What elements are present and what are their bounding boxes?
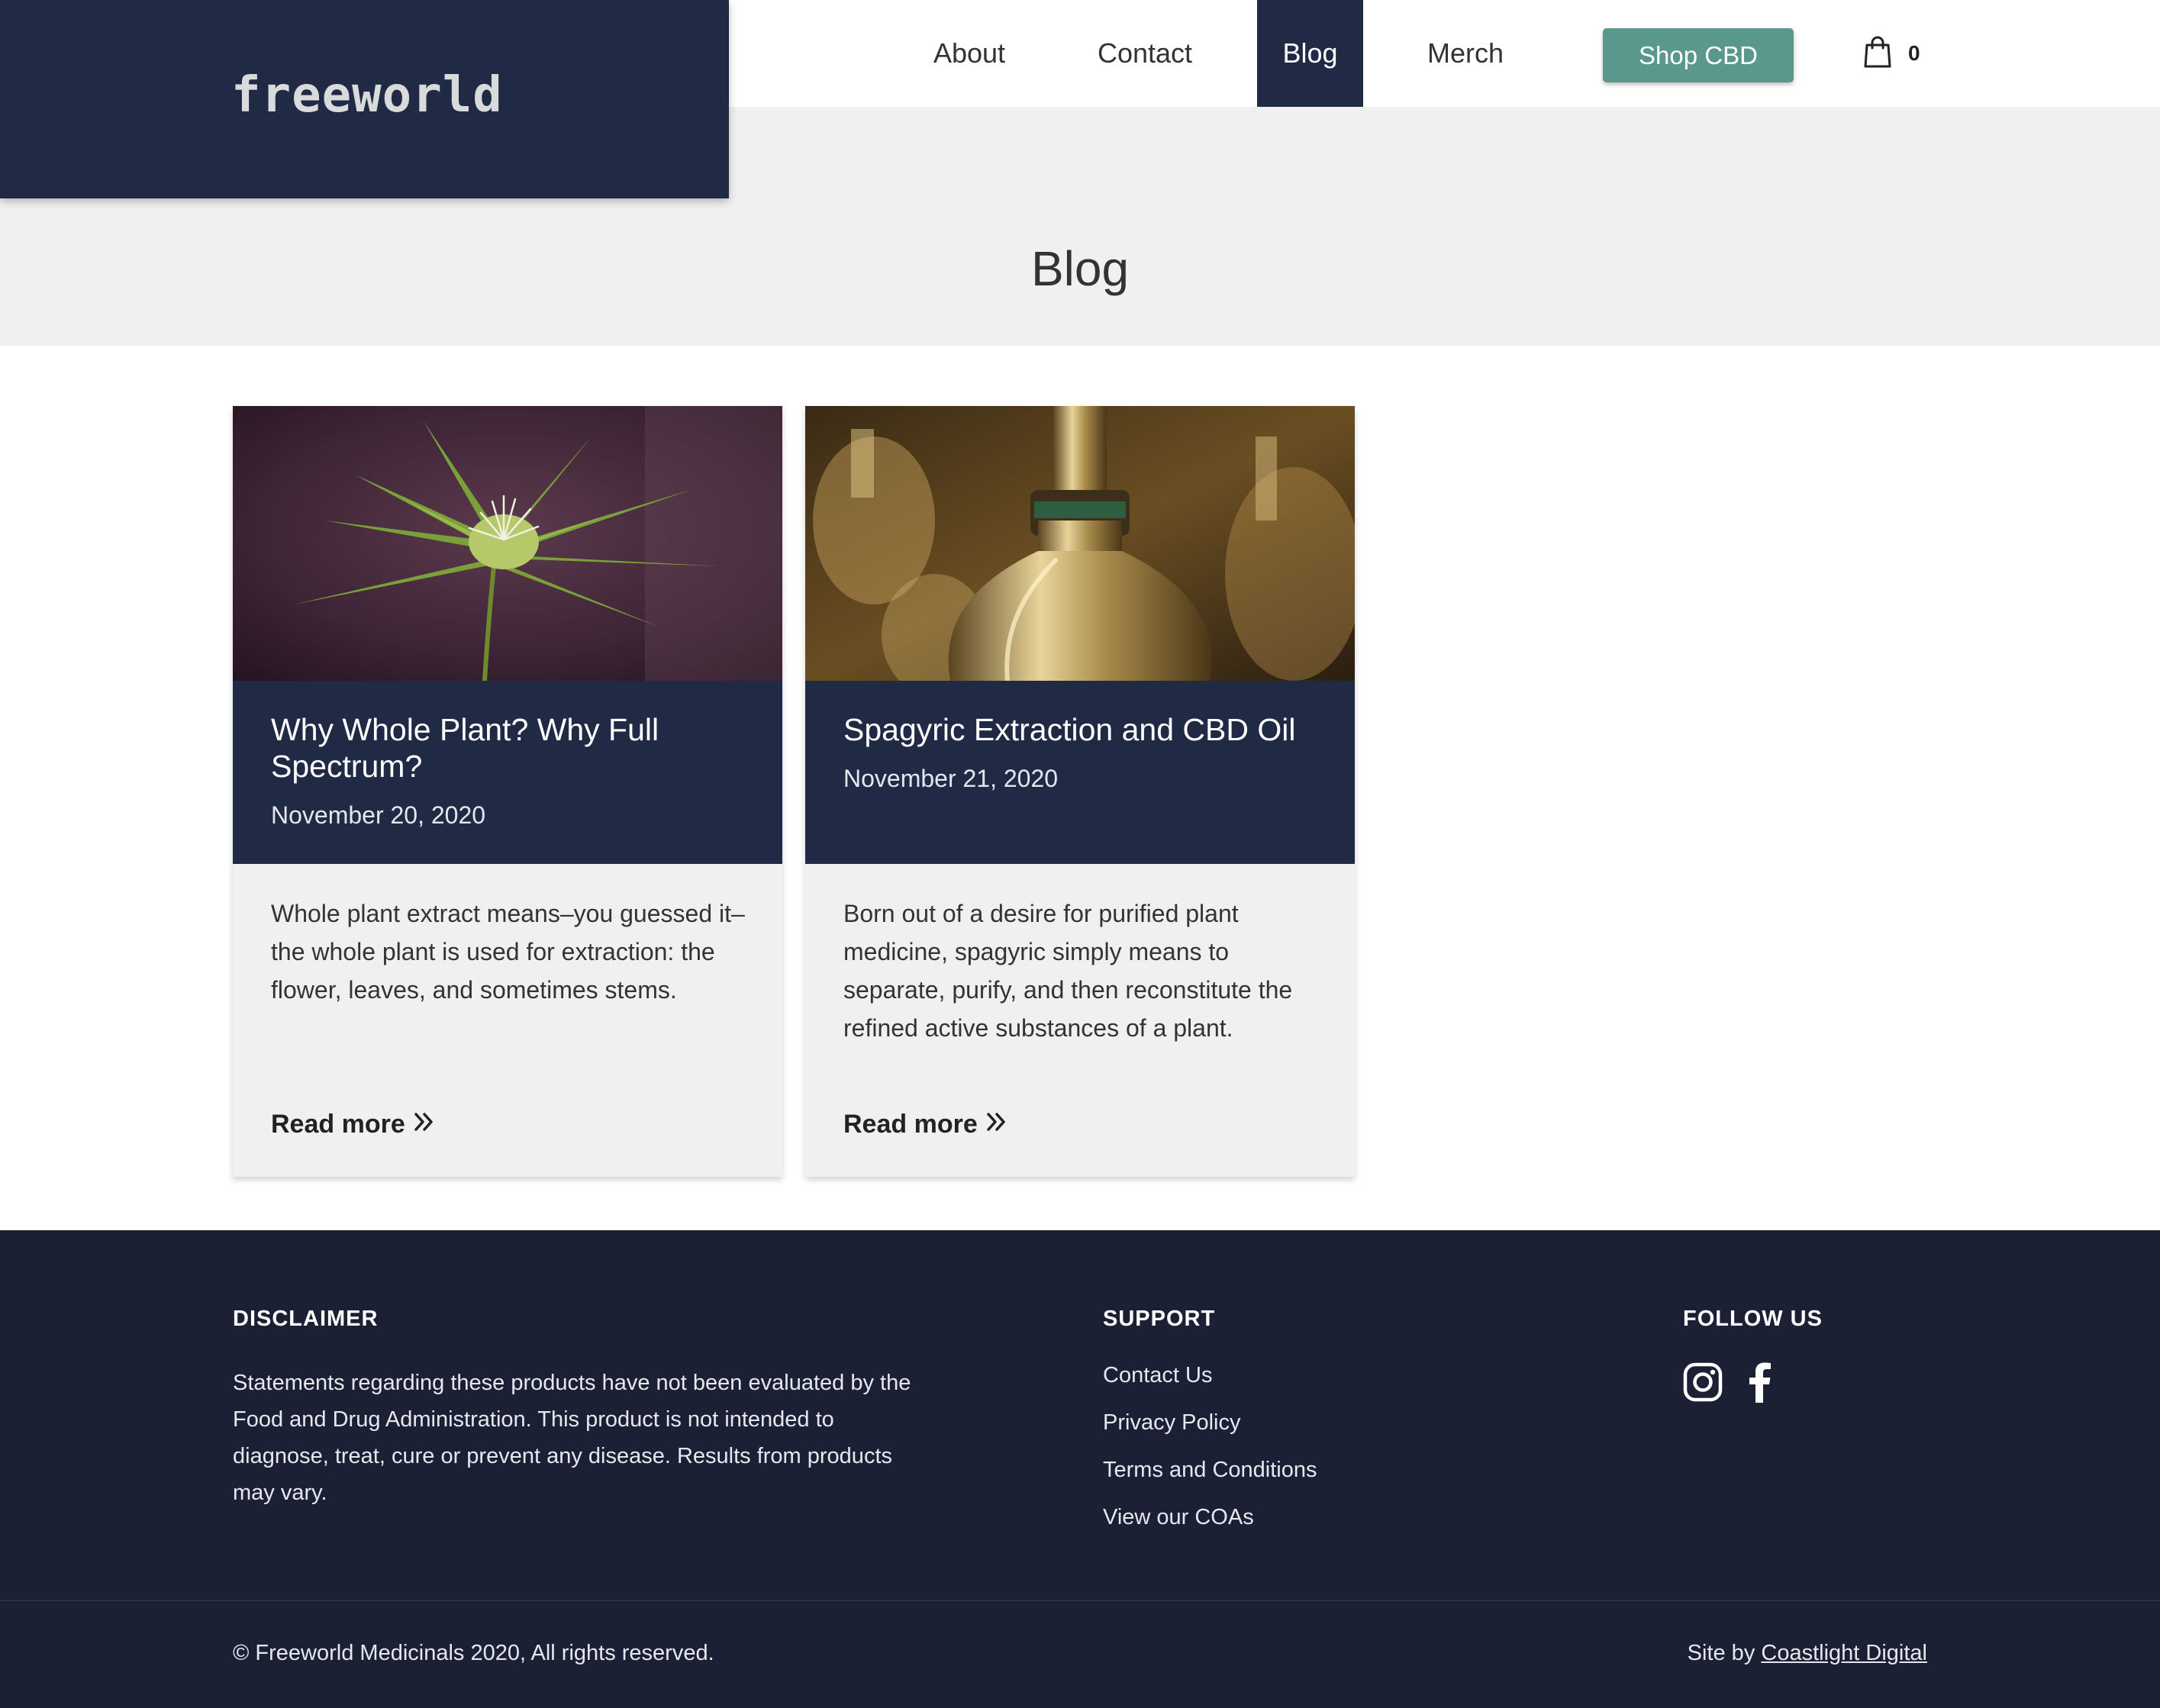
nav-contact[interactable]: Contact <box>1076 0 1214 107</box>
follow-heading: FOLLOW US <box>1683 1307 1823 1331</box>
cannabis-plant-image[interactable] <box>233 406 782 681</box>
shopping-bag-icon <box>1864 36 1891 72</box>
cart-count: 0 <box>1908 41 1920 65</box>
disclaimer-text: Statements regarding these products have… <box>233 1371 911 1505</box>
disclaimer-heading: DISCLAIMER <box>233 1307 379 1331</box>
double-chevron-right-icon <box>985 1110 1008 1139</box>
footer-link-terms[interactable]: Terms and Conditions <box>1103 1458 1317 1505</box>
facebook-icon[interactable] <box>1747 1362 1772 1407</box>
blog-card-excerpt: Born out of a desire for purified plant … <box>843 900 1293 1042</box>
cart-button[interactable]: 0 <box>1864 34 1920 73</box>
nav-merch[interactable]: Merch <box>1408 0 1523 107</box>
logo-panel: freeworld <box>0 0 729 198</box>
shop-cbd-button[interactable]: Shop CBD <box>1603 28 1794 82</box>
support-links: Contact Us Privacy Policy Terms and Cond… <box>1103 1363 1317 1552</box>
site-credit: Site by Coastlight Digital <box>1688 1641 1927 1666</box>
double-chevron-right-icon <box>413 1110 436 1139</box>
blog-card: Why Whole Plant? Why Full Spectrum? Nove… <box>233 406 782 1177</box>
glass-flasks-image[interactable] <box>805 406 1355 681</box>
support-heading: SUPPORT <box>1103 1307 1216 1331</box>
footer-link-privacy-policy[interactable]: Privacy Policy <box>1103 1410 1317 1458</box>
nav-about[interactable]: About <box>912 0 1027 107</box>
blog-card-header: Spagyric Extraction and CBD Oil November… <box>805 681 1355 864</box>
nav-blog[interactable]: Blog <box>1257 0 1363 107</box>
social-links <box>1683 1362 1772 1407</box>
copyright-text: © Freeworld Medicinals 2020, All rights … <box>233 1641 714 1665</box>
site-logo[interactable]: freeworld <box>231 67 503 124</box>
read-more-label: Read more <box>271 1110 405 1139</box>
blog-card-date: November 21, 2020 <box>843 765 1059 792</box>
read-more-link[interactable]: Read more <box>843 1110 1008 1139</box>
footer-link-contact-us[interactable]: Contact Us <box>1103 1363 1317 1410</box>
page-title: Blog <box>1030 241 1130 296</box>
site-credit-prefix: Site by <box>1687 1641 1755 1665</box>
blog-card-header: Why Whole Plant? Why Full Spectrum? Nove… <box>233 681 782 864</box>
blog-card-date: November 20, 2020 <box>271 801 486 829</box>
site-credit-link[interactable]: Coastlight Digital <box>1761 1641 1927 1665</box>
read-more-label: Read more <box>843 1110 978 1139</box>
blog-card-title[interactable]: Spagyric Extraction and CBD Oil <box>843 711 1317 748</box>
site-footer: DISCLAIMER Statements regarding these pr… <box>0 1230 2160 1708</box>
instagram-icon[interactable] <box>1683 1362 1723 1406</box>
blog-card-excerpt: Whole plant extract means–you guessed it… <box>271 900 745 1004</box>
blog-card-title[interactable]: Why Whole Plant? Why Full Spectrum? <box>271 711 744 785</box>
blog-card: Spagyric Extraction and CBD Oil November… <box>805 406 1355 1177</box>
footer-link-coas[interactable]: View our COAs <box>1103 1505 1317 1552</box>
footer-divider <box>0 1600 2160 1601</box>
read-more-link[interactable]: Read more <box>271 1110 436 1139</box>
